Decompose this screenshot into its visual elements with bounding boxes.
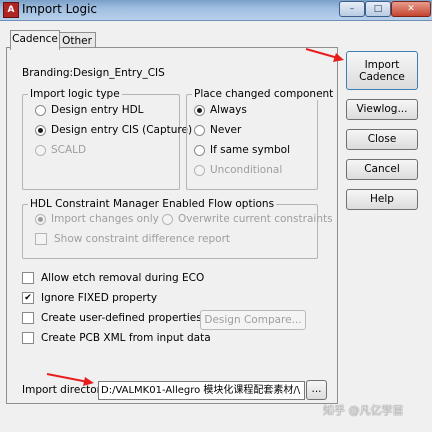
radio-button[interactable] [194,144,205,156]
radio-button[interactable] [194,104,205,116]
option-label: Create user-defined properties [41,312,202,324]
radio-button[interactable] [194,124,205,136]
radio-never[interactable]: Never [194,123,241,137]
hdl-constraint-title: HDL Constraint Manager Enabled Flow opti… [28,198,277,210]
check-show-constraint-diff: Show constraint difference report [35,232,230,246]
option-label: Never [210,124,242,136]
design-compare-button[interactable]: Design Compare... [200,310,306,330]
window-title: Import Logic [22,2,98,16]
branding-value: Design_Entry_CIS [73,67,165,79]
app-icon: A [3,2,19,18]
option-label: Design entry HDL [51,104,144,116]
minimize-icon[interactable]: – [339,1,365,17]
radio-if-same-symbol[interactable]: If same symbol [194,143,290,157]
checkbox[interactable] [22,312,34,324]
checkbox[interactable] [22,332,34,344]
option-label: Overwrite current constraints [178,213,333,225]
option-label: SCALD [51,144,87,156]
radio-button [194,164,205,176]
import-logic-type-title: Import logic type [28,88,122,100]
radio-design-entry-cis[interactable]: Design entry CIS (Capture) [35,123,192,137]
close-button[interactable]: Close [346,129,418,150]
option-label: Import changes only [51,213,159,225]
option-label: Always [210,104,247,116]
option-label: Show constraint difference report [54,233,231,245]
radio-design-entry-hdl[interactable]: Design entry HDL [35,103,144,117]
radio-scald: SCALD [35,143,86,157]
radio-import-changes-only: Import changes only [35,212,159,226]
checkbox[interactable] [22,272,34,284]
radio-overwrite-constraints: Overwrite current constraints [162,212,333,226]
close-icon[interactable]: ✕ [391,1,431,17]
radio-button [162,213,173,225]
option-label: Ignore FIXED property [41,292,158,304]
check-allow-etch-removal[interactable]: Allow etch removal during ECO [22,271,204,285]
option-label: Unconditional [210,164,283,176]
tab-cadence[interactable]: Cadence [10,30,60,50]
radio-unconditional: Unconditional [194,163,282,177]
place-changed-component-title: Place changed component [192,88,336,100]
branding-label: Branding: [22,67,74,79]
import-cadence-button[interactable]: Import Cadence [346,51,418,90]
radio-always[interactable]: Always [194,103,247,117]
import-directory-input[interactable]: D:/VALMK01-Allegro 模块化课程配套素材/\ [98,381,305,400]
check-create-pcb-xml[interactable]: Create PCB XML from input data [22,331,211,345]
radio-button[interactable] [35,104,46,116]
browse-button[interactable]: ... [306,380,327,400]
cancel-button[interactable]: Cancel [346,159,418,180]
radio-button [35,213,46,225]
maximize-icon[interactable]: □ [365,1,391,17]
help-button[interactable]: Help [346,189,418,210]
checkbox[interactable]: ✔ [22,292,34,304]
radio-button[interactable] [35,124,46,136]
check-create-user-defined-properties[interactable]: Create user-defined properties [22,311,202,325]
option-label: Design entry CIS (Capture) [51,124,193,136]
watermark-text: 知乎 @凡亿学苗 [323,404,404,417]
option-label: Create PCB XML from input data [41,332,211,344]
option-label: If same symbol [210,144,290,156]
viewlog-button[interactable]: Viewlog... [346,99,418,120]
check-ignore-fixed-property[interactable]: ✔ Ignore FIXED property [22,291,157,305]
radio-button [35,144,46,156]
import-directory-label: Import directory: [22,384,110,396]
option-label: Allow etch removal during ECO [41,272,205,284]
checkbox [35,233,47,245]
